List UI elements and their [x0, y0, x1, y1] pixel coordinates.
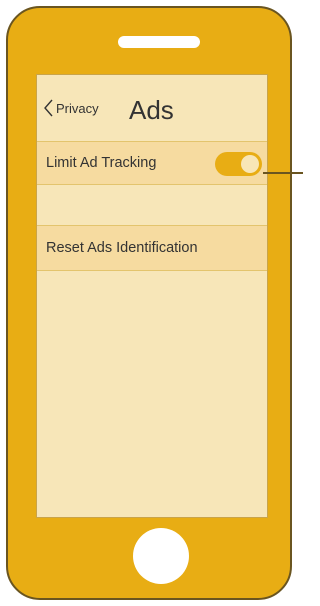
callout-line	[263, 172, 303, 174]
limit-ad-tracking-label: Limit Ad Tracking	[46, 155, 157, 171]
toggle-knob	[241, 155, 259, 173]
page-title: Ads	[129, 95, 174, 125]
speaker-slot	[118, 36, 200, 48]
back-button[interactable]: Privacy	[44, 99, 99, 117]
screen: Privacy Ads Limit Ad Tracking Reset Ads …	[36, 74, 268, 518]
phone-frame: Privacy Ads Limit Ad Tracking Reset Ads …	[6, 6, 292, 600]
limit-ad-tracking-row: Limit Ad Tracking	[37, 141, 267, 185]
home-button[interactable]	[133, 528, 189, 584]
reset-ads-identification-label: Reset Ads Identification	[46, 240, 198, 256]
navigation-bar: Privacy Ads	[37, 75, 267, 141]
chevron-left-icon	[44, 99, 53, 117]
section-spacer	[37, 185, 267, 225]
reset-ads-identification-row[interactable]: Reset Ads Identification	[37, 225, 267, 271]
back-button-label: Privacy	[56, 100, 99, 116]
limit-ad-tracking-toggle[interactable]	[215, 152, 262, 176]
